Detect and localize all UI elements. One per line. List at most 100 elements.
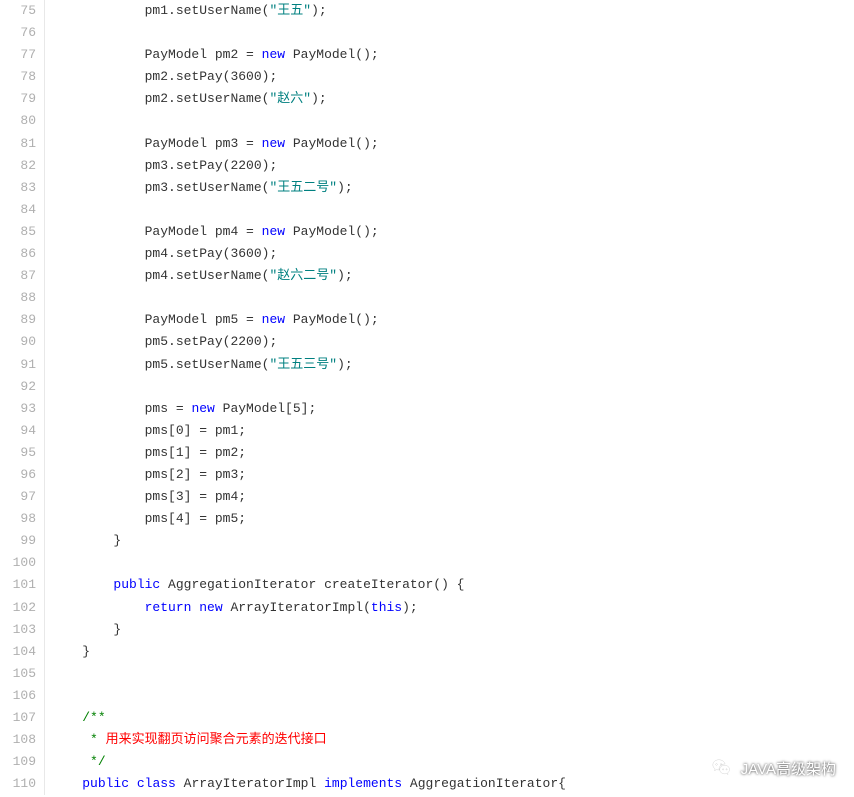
code-line[interactable]: 75 pm1.setUserName("王五");	[0, 0, 854, 22]
line-number: 108	[0, 729, 44, 751]
gutter-border	[44, 376, 45, 398]
line-number: 94	[0, 420, 44, 442]
line-number: 104	[0, 641, 44, 663]
code-content[interactable]: pm4.setUserName("赵六二号");	[45, 265, 353, 287]
code-line[interactable]: 106	[0, 685, 854, 707]
gutter-border	[44, 663, 45, 685]
code-line[interactable]: 103 }	[0, 619, 854, 641]
code-line[interactable]: 99 }	[0, 530, 854, 552]
line-number: 107	[0, 707, 44, 729]
code-content[interactable]: pm4.setPay(3600);	[45, 243, 277, 265]
gutter-border	[44, 287, 45, 309]
code-content[interactable]: /**	[45, 707, 106, 729]
line-number: 99	[0, 530, 44, 552]
code-line[interactable]: 91 pm5.setUserName("王五三号");	[0, 354, 854, 376]
code-content[interactable]: return new ArrayIteratorImpl(this);	[45, 597, 418, 619]
line-number: 80	[0, 110, 44, 132]
code-content[interactable]: }	[45, 619, 121, 641]
code-line[interactable]: 86 pm4.setPay(3600);	[0, 243, 854, 265]
line-number: 89	[0, 309, 44, 331]
code-line[interactable]: 77 PayModel pm2 = new PayModel();	[0, 44, 854, 66]
code-line[interactable]: 84	[0, 199, 854, 221]
gutter-border	[44, 685, 45, 707]
line-number: 83	[0, 177, 44, 199]
line-number: 75	[0, 0, 44, 22]
line-number: 84	[0, 199, 44, 221]
code-line[interactable]: 104 }	[0, 641, 854, 663]
code-content[interactable]: public class ArrayIteratorImpl implement…	[45, 773, 566, 795]
code-content[interactable]: * 用来实现翻页访问聚合元素的迭代接口	[45, 729, 327, 751]
code-content[interactable]: pm5.setPay(2200);	[45, 331, 277, 353]
line-number: 82	[0, 155, 44, 177]
code-line[interactable]: 78 pm2.setPay(3600);	[0, 66, 854, 88]
code-line[interactable]: 79 pm2.setUserName("赵六");	[0, 88, 854, 110]
code-line[interactable]: 95 pms[1] = pm2;	[0, 442, 854, 464]
code-line[interactable]: 81 PayModel pm3 = new PayModel();	[0, 133, 854, 155]
code-line[interactable]: 94 pms[0] = pm1;	[0, 420, 854, 442]
code-content[interactable]: PayModel pm4 = new PayModel();	[45, 221, 379, 243]
line-number: 88	[0, 287, 44, 309]
line-number: 100	[0, 552, 44, 574]
code-content[interactable]: PayModel pm5 = new PayModel();	[45, 309, 379, 331]
code-line[interactable]: 96 pms[2] = pm3;	[0, 464, 854, 486]
code-line[interactable]: 92	[0, 376, 854, 398]
code-line[interactable]: 108 * 用来实现翻页访问聚合元素的迭代接口	[0, 729, 854, 751]
code-line[interactable]: 105	[0, 663, 854, 685]
code-content[interactable]: }	[45, 530, 121, 552]
code-line[interactable]: 87 pm4.setUserName("赵六二号");	[0, 265, 854, 287]
code-line[interactable]: 97 pms[3] = pm4;	[0, 486, 854, 508]
watermark: JAVA高级架构	[711, 757, 836, 779]
code-content[interactable]: pm1.setUserName("王五");	[45, 0, 327, 22]
code-content[interactable]: pms[2] = pm3;	[45, 464, 246, 486]
code-content[interactable]: pm5.setUserName("王五三号");	[45, 354, 353, 376]
code-content[interactable]: pms[4] = pm5;	[45, 508, 246, 530]
line-number: 110	[0, 773, 44, 795]
code-line[interactable]: 76	[0, 22, 854, 44]
line-number: 98	[0, 508, 44, 530]
code-line[interactable]: 93 pms = new PayModel[5];	[0, 398, 854, 420]
code-content[interactable]: PayModel pm2 = new PayModel();	[45, 44, 379, 66]
code-content[interactable]: */	[45, 751, 106, 773]
line-number: 102	[0, 597, 44, 619]
code-content[interactable]: pms = new PayModel[5];	[45, 398, 316, 420]
code-content[interactable]: pms[3] = pm4;	[45, 486, 246, 508]
code-content[interactable]: pms[1] = pm2;	[45, 442, 246, 464]
code-line[interactable]: 83 pm3.setUserName("王五二号");	[0, 177, 854, 199]
code-line[interactable]: 82 pm3.setPay(2200);	[0, 155, 854, 177]
code-line[interactable]: 107 /**	[0, 707, 854, 729]
code-line[interactable]: 102 return new ArrayIteratorImpl(this);	[0, 597, 854, 619]
code-line[interactable]: 88	[0, 287, 854, 309]
line-number: 81	[0, 133, 44, 155]
line-number: 85	[0, 221, 44, 243]
line-number: 78	[0, 66, 44, 88]
line-number: 87	[0, 265, 44, 287]
line-number: 109	[0, 751, 44, 773]
code-content[interactable]: public AggregationIterator createIterato…	[45, 574, 465, 596]
gutter-border	[44, 110, 45, 132]
line-number: 97	[0, 486, 44, 508]
code-line[interactable]: 90 pm5.setPay(2200);	[0, 331, 854, 353]
code-line[interactable]: 85 PayModel pm4 = new PayModel();	[0, 221, 854, 243]
wechat-icon	[711, 757, 733, 779]
code-content[interactable]: pm2.setPay(3600);	[45, 66, 277, 88]
watermark-text: JAVA高级架构	[741, 758, 836, 779]
code-content[interactable]: pms[0] = pm1;	[45, 420, 246, 442]
code-content[interactable]: pm2.setUserName("赵六");	[45, 88, 327, 110]
gutter-border	[44, 22, 45, 44]
code-content[interactable]: PayModel pm3 = new PayModel();	[45, 133, 379, 155]
gutter-border	[44, 552, 45, 574]
code-content[interactable]: pm3.setPay(2200);	[45, 155, 277, 177]
code-content[interactable]: }	[45, 641, 90, 663]
line-number: 95	[0, 442, 44, 464]
code-line[interactable]: 80	[0, 110, 854, 132]
code-line[interactable]: 101 public AggregationIterator createIte…	[0, 574, 854, 596]
code-line[interactable]: 89 PayModel pm5 = new PayModel();	[0, 309, 854, 331]
line-number: 105	[0, 663, 44, 685]
code-content[interactable]: pm3.setUserName("王五二号");	[45, 177, 353, 199]
line-number: 79	[0, 88, 44, 110]
code-editor[interactable]: 75 pm1.setUserName("王五");7677 PayModel p…	[0, 0, 854, 795]
code-line[interactable]: 100	[0, 552, 854, 574]
code-line[interactable]: 98 pms[4] = pm5;	[0, 508, 854, 530]
line-number: 91	[0, 354, 44, 376]
line-number: 90	[0, 331, 44, 353]
